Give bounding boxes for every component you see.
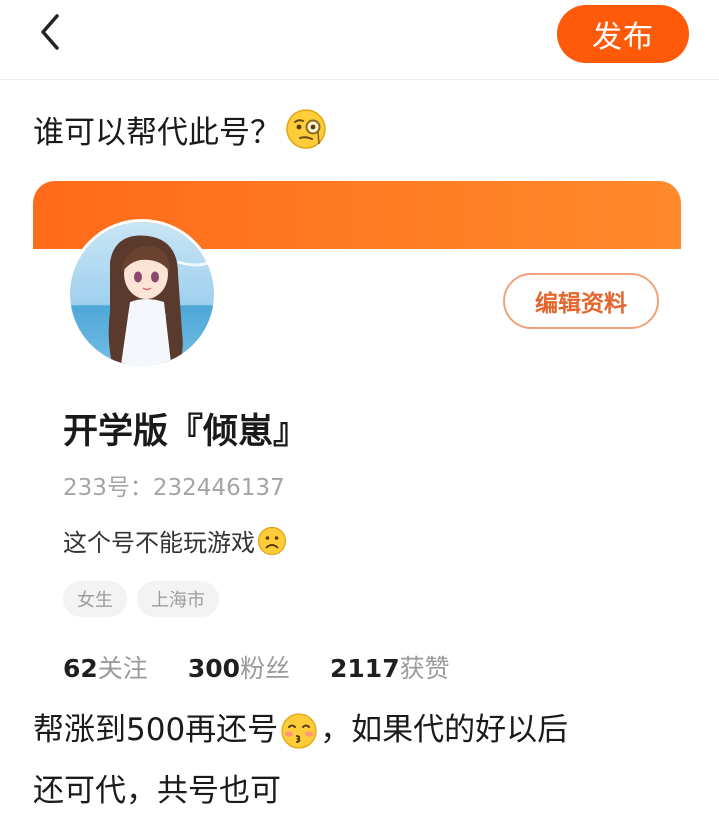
frowning-face-emoji-icon bbox=[257, 526, 287, 555]
profile-tags: 女生 上海市 bbox=[63, 581, 219, 617]
edit-profile-button[interactable]: 编辑资料 bbox=[503, 273, 659, 329]
kissing-face-emoji-icon bbox=[281, 712, 317, 749]
post-body-line-1b: ，如果代的好以后 bbox=[320, 712, 569, 748]
stat-likes-count: 2117 bbox=[330, 654, 400, 683]
top-bar: 发布 bbox=[0, 0, 719, 80]
profile-bio-text: 这个号不能玩游戏 bbox=[63, 529, 255, 557]
stat-followers[interactable]: 300粉丝 bbox=[188, 649, 290, 685]
chevron-left-icon bbox=[41, 14, 59, 50]
post-body: 帮涨到500再还号 ，如果代的好以后 还可代，共号也可 bbox=[33, 700, 693, 822]
monocle-face-emoji-icon bbox=[286, 109, 326, 149]
stat-followers-label: 粉丝 bbox=[240, 654, 291, 683]
post-body-line-1a: 帮涨到500再还号 bbox=[33, 712, 279, 748]
stat-following-label: 关注 bbox=[97, 654, 148, 683]
stat-following[interactable]: 62关注 bbox=[63, 649, 148, 685]
stat-followers-count: 300 bbox=[187, 654, 240, 683]
avatar-image bbox=[70, 222, 214, 366]
profile-stats: 62关注 300粉丝 2117获赞 bbox=[63, 649, 450, 685]
post-body-line-2: 还可代，共号也可 bbox=[33, 773, 281, 809]
post-body-line-1: 帮涨到500再还号 ，如果代的好以后 bbox=[33, 700, 693, 761]
publish-button[interactable]: 发布 bbox=[557, 5, 689, 63]
tag-gender: 女生 bbox=[63, 581, 127, 617]
post-title: 谁可以帮代此号？ bbox=[33, 106, 327, 152]
profile-nickname: 开学版『倾崽』 bbox=[63, 412, 309, 452]
post-title-text: 谁可以帮代此号？ bbox=[33, 114, 281, 151]
back-button[interactable] bbox=[30, 12, 70, 52]
profile-card: 编辑资料 开学版『倾崽』 233号：232446137 这个号不能玩游戏 女生 … bbox=[33, 181, 681, 691]
tag-location: 上海市 bbox=[137, 581, 219, 617]
stat-following-count: 62 bbox=[63, 654, 98, 683]
profile-bio: 这个号不能玩游戏 bbox=[63, 523, 287, 558]
stat-likes[interactable]: 2117获赞 bbox=[330, 649, 450, 685]
avatar[interactable] bbox=[67, 219, 217, 369]
profile-uid: 233号：232446137 bbox=[63, 475, 285, 501]
stat-likes-label: 获赞 bbox=[399, 654, 450, 683]
